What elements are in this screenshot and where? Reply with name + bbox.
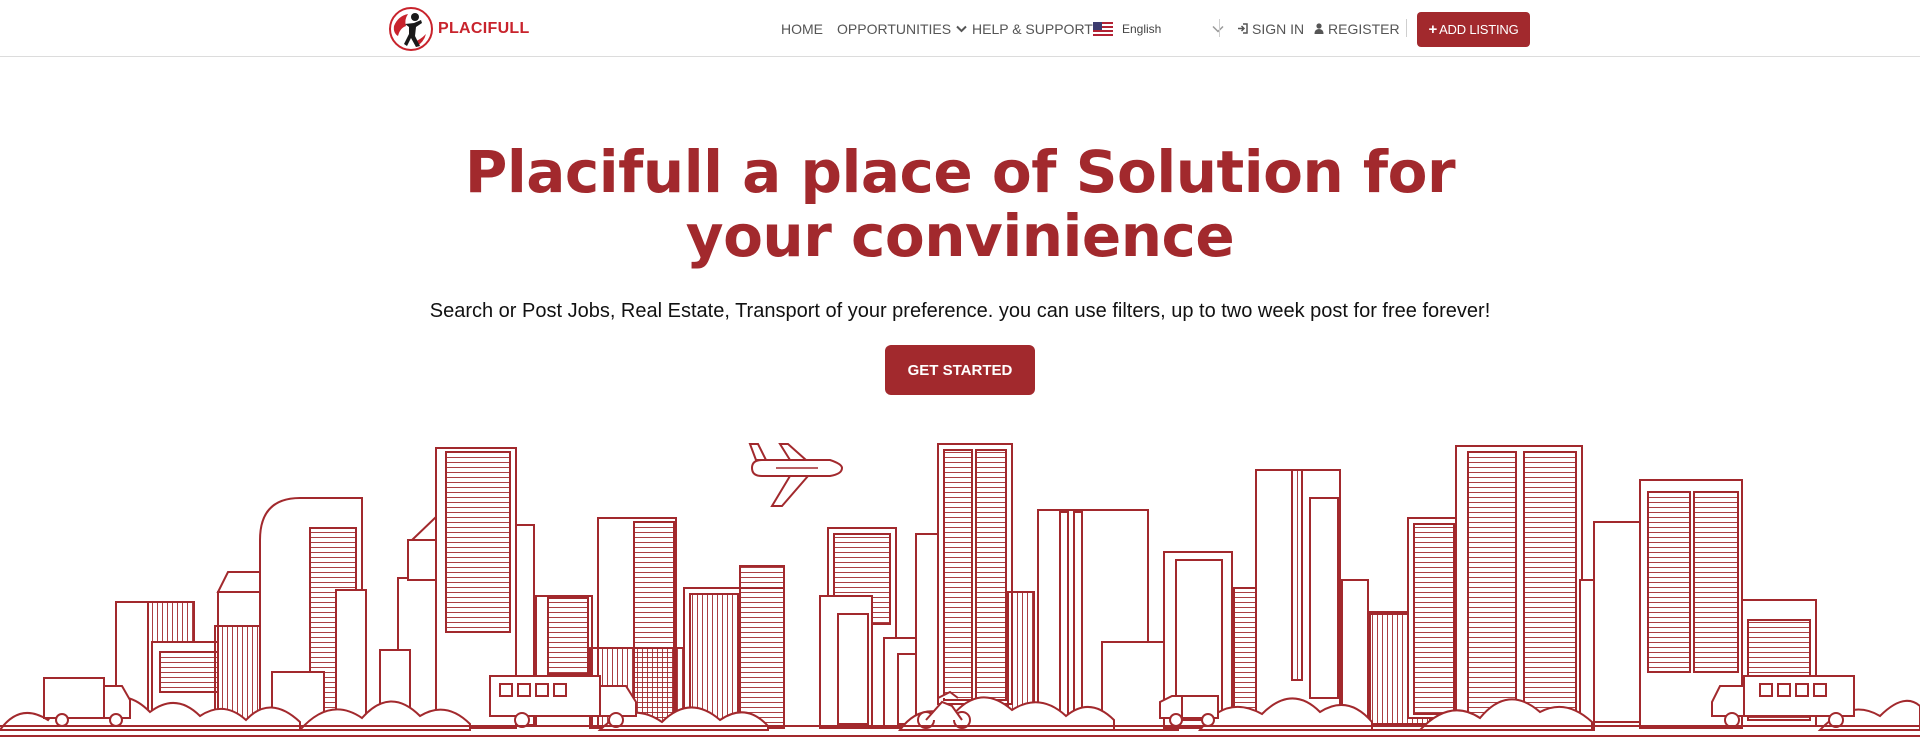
hero-subtitle: Search or Post Jobs, Real Estate, Transp… bbox=[429, 300, 1491, 322]
nav-help-support-link[interactable]: HELP & SUPPORT bbox=[972, 21, 1093, 37]
chevron-down-icon bbox=[1212, 25, 1224, 33]
add-listing-button[interactable]: + ADD LISTING bbox=[1417, 12, 1530, 47]
register-label: REGISTER bbox=[1328, 20, 1400, 37]
hero-title: Placifull a place of Solution for your c… bbox=[360, 140, 1560, 268]
brand-name: PLACIFULL bbox=[438, 20, 530, 37]
sign-in-icon bbox=[1238, 23, 1248, 34]
brand-logo[interactable]: PLACIFULL bbox=[388, 6, 530, 52]
nav-opportunities-dropdown[interactable]: OPPORTUNITIES bbox=[837, 21, 967, 37]
register-link[interactable]: REGISTER bbox=[1314, 21, 1400, 37]
building bbox=[1693, 491, 1739, 673]
globe-person-logo-icon bbox=[389, 7, 433, 51]
plus-icon: + bbox=[1428, 21, 1438, 38]
building bbox=[1413, 523, 1455, 715]
sign-in-link[interactable]: SIGN IN bbox=[1237, 21, 1304, 37]
us-flag-icon bbox=[1093, 21, 1113, 36]
building bbox=[1467, 451, 1517, 725]
nav-home-link[interactable]: HOME bbox=[781, 21, 823, 37]
language-select[interactable]: English bbox=[1093, 21, 1224, 36]
building bbox=[1579, 579, 1595, 731]
building bbox=[1059, 511, 1069, 723]
building bbox=[739, 565, 785, 727]
building bbox=[943, 449, 973, 701]
building bbox=[1291, 469, 1303, 681]
add-listing-label: ADD LISTING bbox=[1439, 22, 1519, 37]
building bbox=[975, 449, 1007, 701]
building bbox=[547, 597, 589, 675]
building bbox=[1523, 451, 1577, 725]
nav-divider bbox=[1219, 19, 1220, 37]
user-icon bbox=[1314, 23, 1324, 34]
building bbox=[837, 613, 869, 725]
airplane-icon bbox=[748, 443, 844, 507]
building bbox=[1073, 511, 1083, 723]
building bbox=[689, 593, 739, 725]
city-skyline-illustration bbox=[0, 443, 1920, 737]
delivery-truck-icon bbox=[43, 677, 131, 727]
get-started-button[interactable]: GET STARTED bbox=[885, 345, 1035, 395]
hero-title-line-2: your convinience bbox=[685, 202, 1235, 270]
sign-in-label: SIGN IN bbox=[1252, 20, 1305, 37]
top-navbar: PLACIFULL HOME OPPORTUNITIES HELP & SUPP… bbox=[0, 0, 1920, 57]
building bbox=[445, 451, 511, 633]
language-selected: English bbox=[1122, 21, 1162, 36]
building bbox=[1647, 491, 1691, 673]
nav-opportunities-label: OPPORTUNITIES bbox=[837, 20, 952, 37]
building bbox=[1309, 497, 1339, 699]
hero-title-line-1: Placifull a place of Solution for bbox=[464, 138, 1456, 206]
nav-divider bbox=[1406, 19, 1407, 37]
chevron-down-icon bbox=[956, 25, 967, 32]
